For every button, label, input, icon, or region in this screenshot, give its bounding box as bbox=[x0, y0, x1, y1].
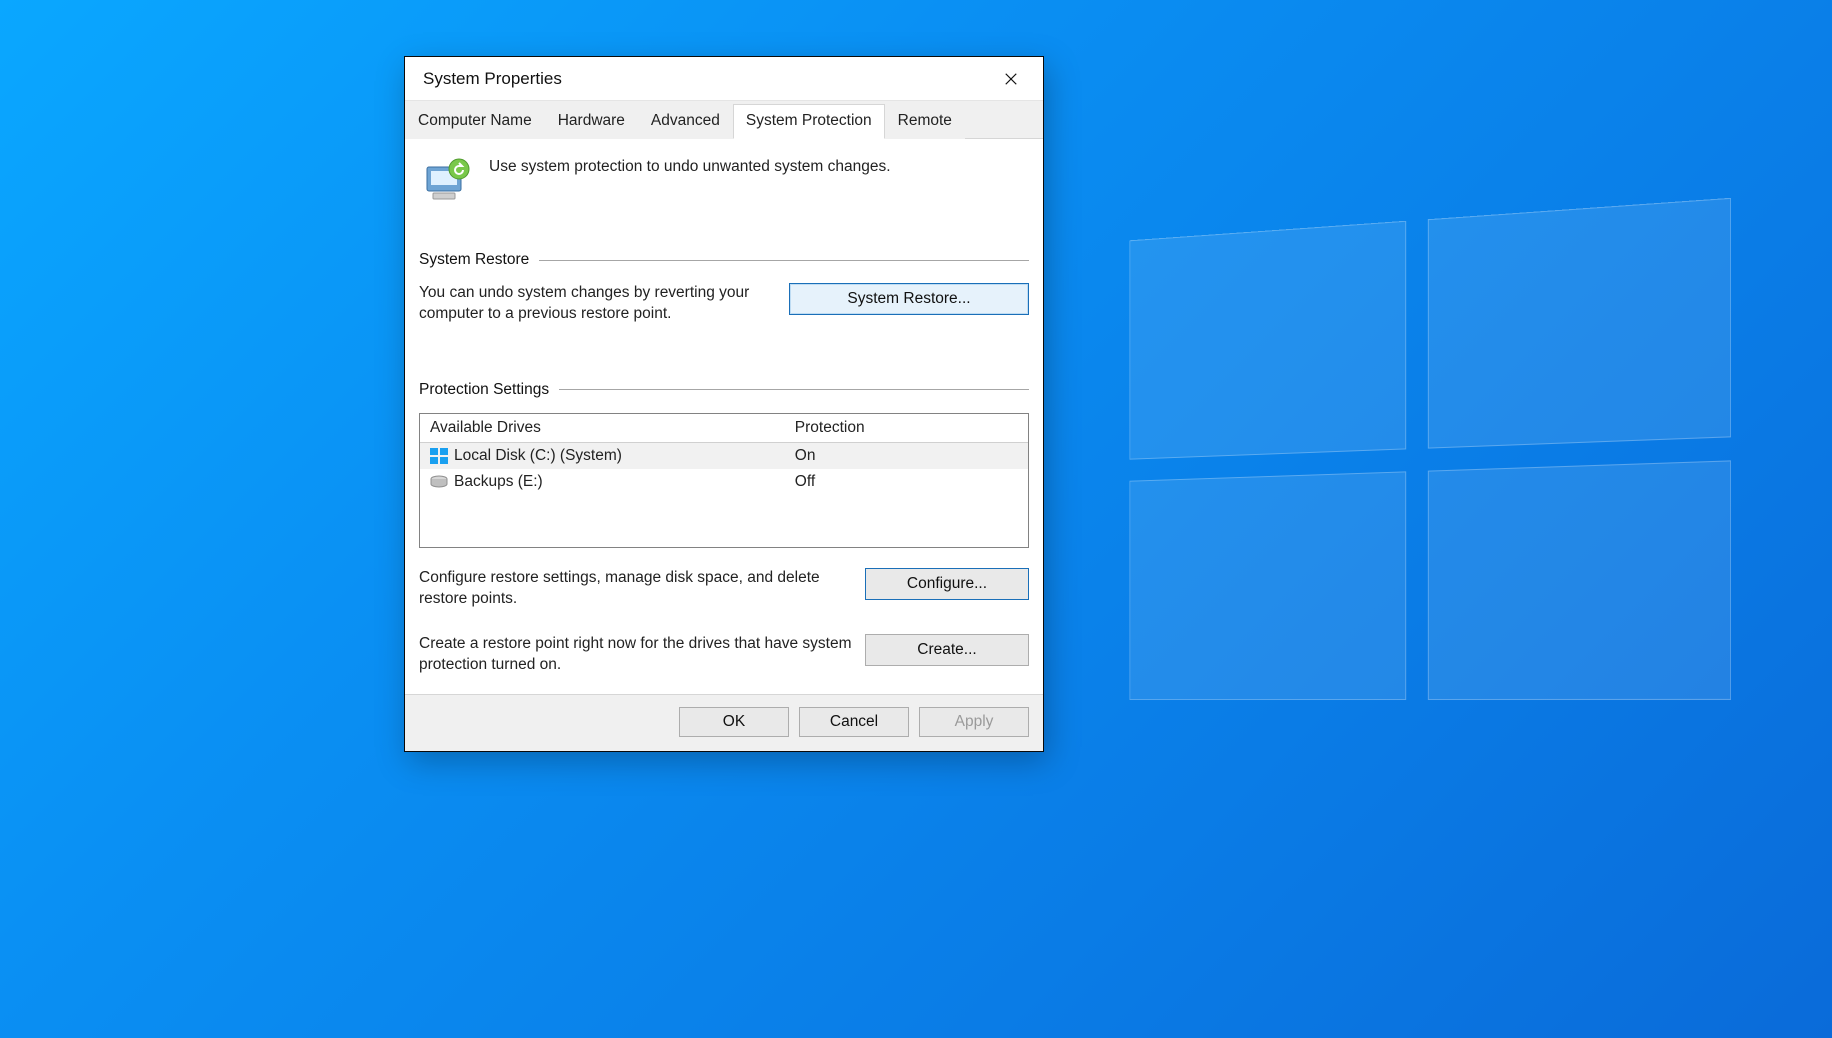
system-properties-dialog: System Properties Computer Name Hardware… bbox=[404, 56, 1044, 752]
create-button[interactable]: Create... bbox=[865, 634, 1029, 666]
drive-protection: Off bbox=[785, 469, 1028, 495]
create-desc: Create a restore point right now for the… bbox=[419, 634, 853, 676]
restore-desc: You can undo system changes by reverting… bbox=[419, 283, 777, 325]
drive-name: Backups (E:) bbox=[454, 473, 543, 491]
drive-protection: On bbox=[785, 442, 1028, 469]
tab-hardware[interactable]: Hardware bbox=[545, 104, 638, 139]
system-restore-button[interactable]: System Restore... bbox=[789, 283, 1029, 315]
windows-drive-icon bbox=[430, 448, 448, 464]
group-title-system-restore: System Restore bbox=[419, 251, 529, 269]
drive-row[interactable]: Backups (E:) Off bbox=[420, 469, 1028, 495]
group-protection-settings: Protection Settings Available Drives Pro… bbox=[419, 381, 1029, 676]
tab-remote[interactable]: Remote bbox=[885, 104, 965, 139]
intro-row: Use system protection to undo unwanted s… bbox=[419, 153, 1029, 223]
tab-advanced[interactable]: Advanced bbox=[638, 104, 733, 139]
group-title-protection-settings: Protection Settings bbox=[419, 381, 549, 399]
cancel-button[interactable]: Cancel bbox=[799, 707, 909, 737]
configure-desc: Configure restore settings, manage disk … bbox=[419, 568, 853, 610]
close-icon bbox=[1004, 72, 1018, 86]
col-available-drives[interactable]: Available Drives bbox=[420, 414, 785, 443]
system-restore-icon bbox=[419, 153, 475, 209]
intro-text: Use system protection to undo unwanted s… bbox=[489, 153, 891, 177]
group-system-restore: System Restore You can undo system chang… bbox=[419, 251, 1029, 325]
tab-system-protection[interactable]: System Protection bbox=[733, 104, 885, 139]
drive-name: Local Disk (C:) (System) bbox=[454, 447, 622, 465]
windows-logo bbox=[1129, 198, 1731, 700]
dialog-footer: OK Cancel Apply bbox=[405, 694, 1043, 751]
apply-button[interactable]: Apply bbox=[919, 707, 1029, 737]
configure-button[interactable]: Configure... bbox=[865, 568, 1029, 600]
tab-computer-name[interactable]: Computer Name bbox=[405, 104, 545, 139]
col-protection[interactable]: Protection bbox=[785, 414, 1028, 443]
tabstrip: Computer Name Hardware Advanced System P… bbox=[405, 101, 1043, 139]
tab-panel-system-protection: Use system protection to undo unwanted s… bbox=[405, 139, 1043, 694]
titlebar: System Properties bbox=[405, 57, 1043, 101]
drive-icon bbox=[430, 474, 448, 490]
window-title: System Properties bbox=[423, 69, 562, 89]
drives-table: Available Drives Protection bbox=[419, 413, 1029, 548]
drive-row[interactable]: Local Disk (C:) (System) On bbox=[420, 442, 1028, 469]
ok-button[interactable]: OK bbox=[679, 707, 789, 737]
close-button[interactable] bbox=[991, 63, 1031, 95]
